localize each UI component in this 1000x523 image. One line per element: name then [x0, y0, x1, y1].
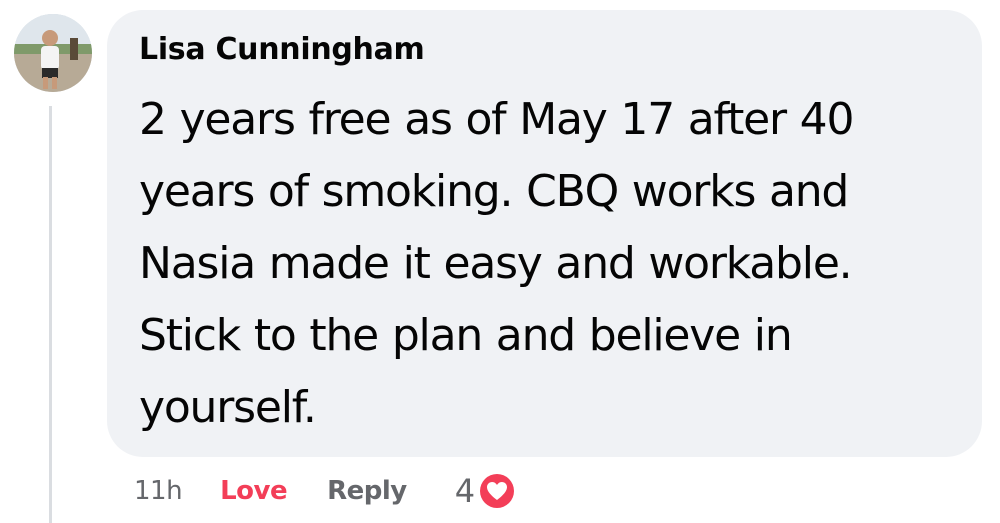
comment: Lisa Cunningham 2 years free as of May 1…	[0, 0, 1000, 523]
avatar[interactable]	[14, 14, 92, 92]
heart-reaction-badge	[477, 471, 518, 511]
author-name[interactable]: Lisa Cunningham	[139, 30, 958, 70]
reply-button[interactable]: Reply	[327, 476, 407, 506]
timestamp[interactable]: 11h	[134, 476, 183, 506]
comment-bubble: Lisa Cunningham 2 years free as of May 1…	[107, 10, 982, 457]
comment-text: 2 years free as of May 17 after 40 years…	[139, 94, 854, 433]
avatar-photo-icon	[14, 14, 92, 92]
reaction-count: 4	[454, 472, 476, 510]
love-button[interactable]: Love	[220, 476, 288, 506]
thread-line	[49, 106, 52, 523]
reaction-summary[interactable]: 4	[454, 471, 518, 511]
heart-icon	[480, 474, 515, 508]
comment-actions: 11h Love Reply 4	[134, 466, 518, 516]
